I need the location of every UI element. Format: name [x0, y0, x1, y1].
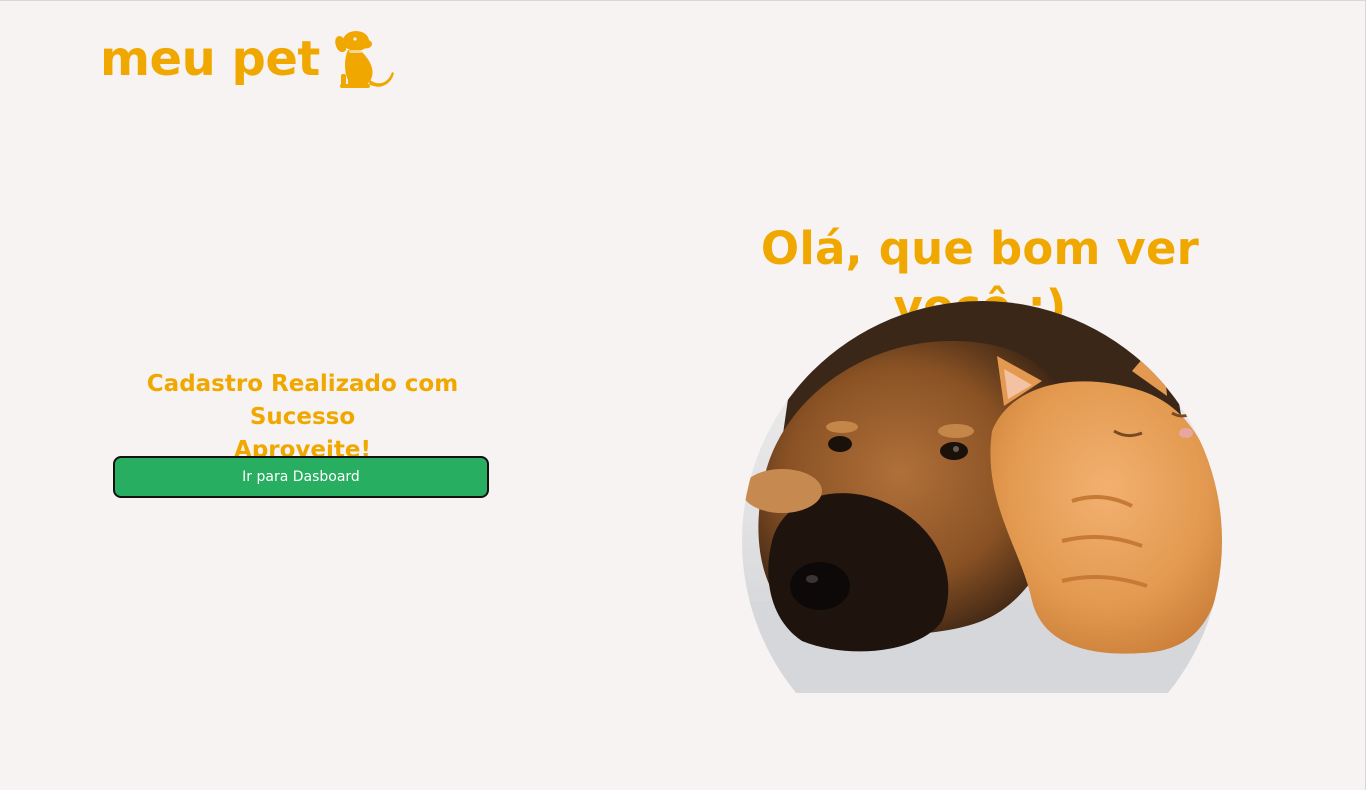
go-to-dashboard-button[interactable]: Ir para Dasboard	[113, 456, 489, 498]
success-title: Cadastro Realizado com Sucesso	[146, 371, 459, 430]
dog-icon	[335, 31, 394, 88]
top-border	[0, 0, 1366, 1]
brand-logo: meu pet	[100, 28, 396, 90]
success-message: Cadastro Realizado com Sucesso Aproveite…	[100, 368, 505, 467]
dog-and-cat-photo	[742, 301, 1222, 693]
brand-name: meu pet	[100, 31, 320, 87]
